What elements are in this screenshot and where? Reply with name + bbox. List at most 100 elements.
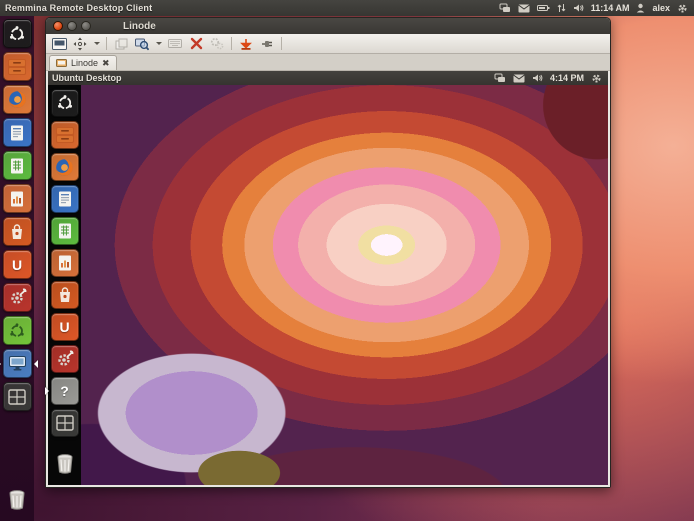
launcher-item-libreoffice-impress[interactable] [51,249,79,277]
preferences-icon[interactable] [187,36,205,52]
help-letter-glyph: ? [60,384,69,398]
fullscreen-icon[interactable] [50,36,68,52]
calc-icon [56,222,74,240]
gearwrench-icon [55,350,74,369]
toolbar-separator [281,37,282,50]
bag-icon [8,223,26,241]
maximize-button[interactable] [81,21,91,31]
remote-wallpaper[interactable] [81,85,608,485]
ubuntu-green-icon [8,322,26,340]
launcher-item-workspace-switcher[interactable] [51,409,79,437]
writer-icon [56,190,74,208]
tab-screen-icon [56,59,67,68]
launcher-item-firefox[interactable] [51,153,79,181]
remmina-toolbar [46,34,610,54]
launcher-item-workspace-switcher[interactable] [3,382,32,411]
launcher-item-libreoffice-impress[interactable] [3,184,32,213]
trash-icon[interactable] [4,486,31,513]
host-clock[interactable]: 11:14 AM [591,3,630,13]
window-buttons [46,21,97,31]
launcher-item-software-center[interactable] [51,281,79,309]
bag-icon [56,286,74,304]
host-top-panel: Remmina Remote Desktop Client 11:14 AM a… [0,0,694,16]
firefox-icon [55,158,74,177]
launcher-item-files[interactable] [3,52,32,81]
fit-window-caret[interactable] [92,36,101,52]
ubuntu-icon [8,25,26,43]
monitor-icon [8,355,27,372]
launcher-item-files[interactable] [51,121,79,149]
window-title: Linode [123,21,156,32]
user-icon[interactable] [636,3,645,13]
launcher-item-libreoffice-calc[interactable] [3,151,32,180]
writer-icon [8,124,26,142]
trash-icon [55,453,75,475]
gearwrench-icon [8,288,27,307]
grid-icon [8,389,26,405]
launcher-item-ubuntu-software[interactable] [3,316,32,345]
tab-close-icon[interactable]: ✖ [102,58,110,69]
ubuntu-icon [56,94,74,112]
sync-arrows-icon[interactable] [557,3,566,13]
launcher-item-ubuntu-one[interactable]: U [51,313,79,341]
user-name[interactable]: alex [652,3,670,13]
remote-clock[interactable]: 4:14 PM [550,73,584,83]
mail-icon[interactable] [518,4,530,13]
trash-icon[interactable] [52,451,78,477]
remmina-tabbar: Linode ✖ [46,54,610,71]
remote-launcher: U? [48,85,81,485]
launcher-item-remmina[interactable] [3,349,32,378]
tab-linode[interactable]: Linode ✖ [49,55,117,70]
remote-viewport[interactable]: Ubuntu Desktop 4:14 PM U? [46,71,610,487]
trash-icon [7,489,27,511]
close-button[interactable] [53,21,63,31]
session-gear-icon[interactable] [677,3,688,14]
network-icon[interactable] [494,73,506,83]
minimize-icon[interactable] [237,36,255,52]
switch-tab-icon[interactable] [112,36,130,52]
toolbar-separator [106,37,107,50]
firefox-icon [8,90,27,109]
remote-top-panel: Ubuntu Desktop 4:14 PM [48,71,608,85]
remmina-window: Linode Linode ✖ Ubuntu Desktop 4:14 PM [45,17,611,488]
scaled-mode-caret[interactable] [154,36,163,52]
grid-icon [56,415,74,431]
ubuntu-one-letter-glyph: U [59,320,69,334]
launcher-item-system-settings[interactable] [3,283,32,312]
launcher-item-software-center[interactable] [3,217,32,246]
ubuntu-one-letter-glyph: U [12,258,22,272]
minimize-button[interactable] [67,21,77,31]
launcher-item-libreoffice-calc[interactable] [51,217,79,245]
tab-label: Linode [71,58,98,68]
remmina-titlebar[interactable]: Linode [46,18,610,34]
grab-keyboard-icon[interactable] [166,36,184,52]
launcher-item-ubuntu-button[interactable] [3,19,32,48]
scaled-mode-icon[interactable] [133,36,151,52]
launcher-item-firefox[interactable] [3,85,32,114]
host-tray: 11:14 AM alex [499,3,694,14]
launcher-item-libreoffice-writer[interactable] [51,185,79,213]
mail-icon[interactable] [513,74,525,83]
disconnect-icon[interactable] [258,36,276,52]
tools-icon[interactable] [208,36,226,52]
launcher-item-help[interactable]: ? [51,377,79,405]
calc-icon [8,157,26,175]
launcher-item-ubuntu-one[interactable]: U [3,250,32,279]
network-icon[interactable] [499,3,511,13]
desktop: Remmina Remote Desktop Client 11:14 AM a… [0,0,694,521]
battery-icon[interactable] [537,4,550,12]
remote-menu-title[interactable]: Ubuntu Desktop [48,73,122,83]
host-launcher: U [0,16,34,521]
remote-desktop-body: U? [48,85,608,485]
volume-icon[interactable] [573,3,584,13]
drawer-icon [55,126,75,144]
launcher-item-libreoffice-writer[interactable] [3,118,32,147]
impress-icon [8,190,26,208]
launcher-item-ubuntu-button[interactable] [51,89,79,117]
fit-window-icon[interactable] [71,36,89,52]
remote-tray: 4:14 PM [494,73,608,84]
session-gear-icon[interactable] [591,73,602,84]
volume-icon[interactable] [532,73,543,83]
launcher-item-system-settings[interactable] [51,345,79,373]
active-app-title: Remmina Remote Desktop Client [0,3,152,13]
